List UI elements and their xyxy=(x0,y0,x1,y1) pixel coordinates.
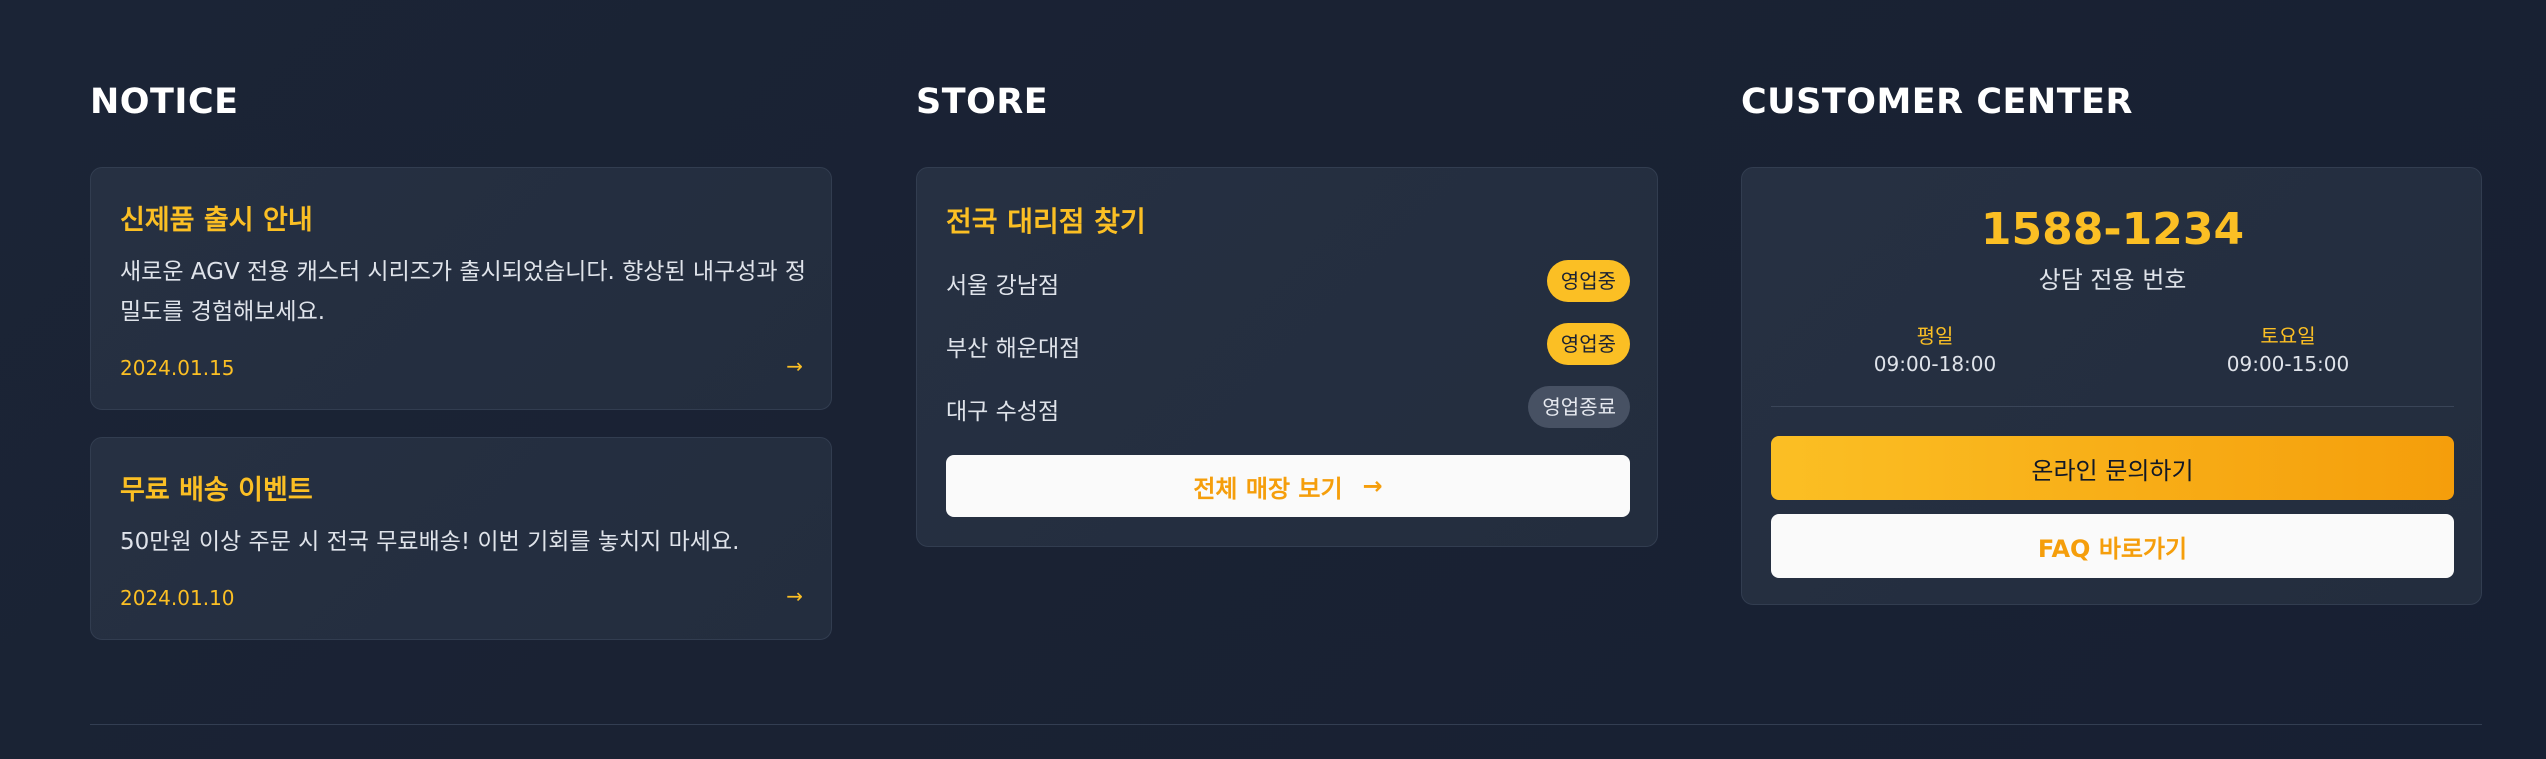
hours-day: 토요일 xyxy=(2260,324,2316,348)
customer-center-card: 1588-1234 상담 전용 번호 평일 09:00-18:00 토요일 09… xyxy=(1741,167,2482,605)
store-section-title: STORE xyxy=(916,82,1049,122)
hours-time: 09:00-15:00 xyxy=(2226,352,2350,376)
hours-day: 평일 xyxy=(1916,324,1954,348)
arrow-right-icon: → xyxy=(1362,472,1383,500)
store-list-item[interactable]: 서울 강남점 영업중 xyxy=(946,260,1630,304)
online-inquiry-button[interactable]: 온라인 문의하기 xyxy=(1771,436,2454,500)
notice-description: 50만원 이상 주문 시 전국 무료배송! 이번 기회를 놓치지 마세요. xyxy=(120,529,740,555)
store-name: 대구 수성점 xyxy=(946,399,1060,425)
notice-date: 2024.01.15 xyxy=(120,356,235,380)
arrow-right-icon[interactable]: → xyxy=(786,584,803,608)
store-list-item[interactable]: 부산 해운대점 영업중 xyxy=(946,323,1630,367)
status-badge: 영업중 xyxy=(1546,323,1630,365)
store-finder-heading: 전국 대리점 찾기 xyxy=(946,205,1146,238)
faq-button[interactable]: FAQ 바로가기 xyxy=(1771,514,2454,578)
customer-center-title: CUSTOMER CENTER xyxy=(1741,82,2133,122)
notice-card[interactable]: 신제품 출시 안내 새로운 AGV 전용 캐스터 시리즈가 출시되었습니다. 향… xyxy=(90,167,832,410)
notice-title[interactable]: 신제품 출시 안내 xyxy=(120,198,313,237)
hours-weekday: 평일 09:00-18:00 xyxy=(1785,322,2085,378)
notice-card[interactable]: 무료 배송 이벤트 50만원 이상 주문 시 전국 무료배송! 이번 기회를 놓… xyxy=(90,437,832,640)
store-name: 부산 해운대점 xyxy=(946,336,1081,362)
notice-title[interactable]: 무료 배송 이벤트 xyxy=(120,468,313,507)
status-badge: 영업중 xyxy=(1546,260,1630,302)
hours-time: 09:00-18:00 xyxy=(1873,352,1997,376)
store-name: 서울 강남점 xyxy=(946,273,1060,299)
status-badge: 영업종료 xyxy=(1528,386,1630,428)
notice-description: 새로운 AGV 전용 캐스터 시리즈가 출시되었습니다. 향상된 내구성과 정밀… xyxy=(120,259,807,325)
divider xyxy=(1771,406,2454,407)
notice-section-title: NOTICE xyxy=(90,82,239,122)
arrow-right-icon[interactable]: → xyxy=(786,354,803,378)
hours-saturday: 토요일 09:00-15:00 xyxy=(2138,322,2438,378)
view-all-stores-label: 전체 매장 보기 xyxy=(1193,474,1343,503)
phone-label: 상담 전용 번호 xyxy=(2038,266,2187,294)
view-all-stores-button[interactable]: 전체 매장 보기 → xyxy=(946,455,1630,517)
footer-divider xyxy=(90,724,2482,725)
store-card: 전국 대리점 찾기 서울 강남점 영업중 부산 해운대점 영업중 대구 수성점 … xyxy=(916,167,1658,547)
notice-date: 2024.01.10 xyxy=(120,586,235,610)
store-list-item[interactable]: 대구 수성점 영업종료 xyxy=(946,386,1630,430)
phone-number[interactable]: 1588-1234 xyxy=(1742,204,2483,255)
